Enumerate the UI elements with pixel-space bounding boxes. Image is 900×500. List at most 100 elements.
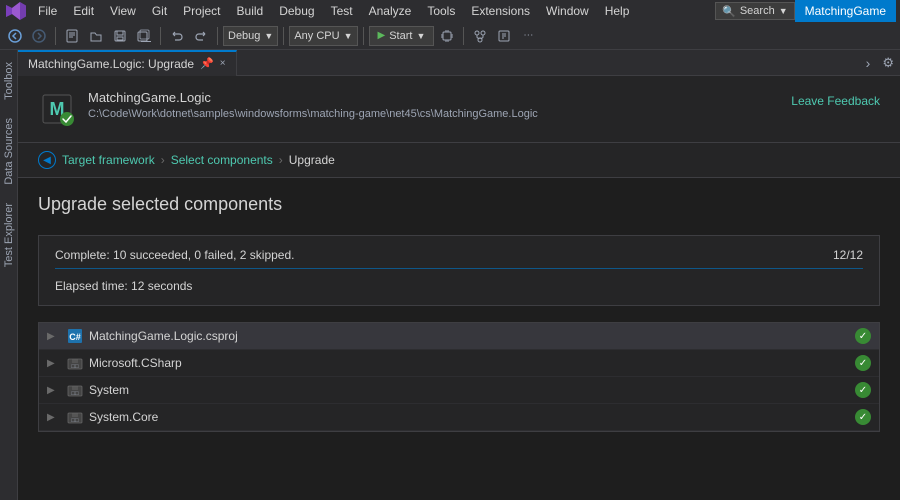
cpu-config-dropdown[interactable]: Any CPU ▼ bbox=[289, 26, 357, 46]
start-dropdown-icon: ▼ bbox=[416, 31, 425, 41]
save-all-button[interactable] bbox=[133, 25, 155, 47]
result-row-0[interactable]: ▶ C# MatchingGame.Logic.csproj ✓ bbox=[39, 323, 879, 350]
back-button[interactable] bbox=[4, 25, 26, 47]
expand-arrow-1[interactable]: ▶ bbox=[47, 358, 61, 369]
menu-window[interactable]: Window bbox=[538, 0, 597, 22]
undo-button[interactable] bbox=[166, 25, 188, 47]
tab-title: MatchingGame.Logic: Upgrade bbox=[28, 57, 194, 71]
menu-view[interactable]: View bbox=[102, 0, 144, 22]
menu-help[interactable]: Help bbox=[597, 0, 638, 22]
leave-feedback-link[interactable]: Leave Feedback bbox=[791, 94, 880, 108]
breadcrumb-sep-2: › bbox=[279, 153, 283, 167]
result-row-1[interactable]: ▶ □□ Microsoft.CSharp ✓ bbox=[39, 350, 879, 377]
tab-settings-button[interactable]: ⚙ bbox=[876, 55, 900, 71]
menu-edit[interactable]: Edit bbox=[65, 0, 102, 22]
git-button[interactable] bbox=[469, 25, 491, 47]
result-status-1: ✓ bbox=[855, 355, 871, 371]
progress-count: 12/12 bbox=[833, 248, 863, 262]
more-tools-button[interactable]: ⋯ bbox=[517, 25, 539, 47]
toolbar-separator-5 bbox=[363, 27, 364, 45]
tab-bar: MatchingGame.Logic: Upgrade 📌 × › ⚙ bbox=[18, 50, 900, 76]
page-content: M MatchingGame.Logic C:\Code\Work\dotnet… bbox=[18, 76, 900, 500]
breadcrumb-back-button[interactable]: ◀ bbox=[38, 151, 56, 169]
svg-text:□□: □□ bbox=[71, 364, 79, 370]
menu-debug[interactable]: Debug bbox=[271, 0, 322, 22]
debug-config-label: Debug bbox=[228, 30, 260, 42]
menu-file[interactable]: File bbox=[30, 0, 65, 22]
status-line: Complete: 10 succeeded, 0 failed, 2 skip… bbox=[55, 248, 863, 262]
menu-analyze[interactable]: Analyze bbox=[361, 0, 420, 22]
header-left: M MatchingGame.Logic C:\Code\Work\dotnet… bbox=[38, 90, 538, 128]
expand-arrow-0[interactable]: ▶ bbox=[47, 331, 61, 342]
start-label: Start bbox=[389, 30, 412, 42]
toolbar-separator-1 bbox=[55, 27, 56, 45]
app-name-badge: MatchingGame bbox=[795, 0, 896, 22]
forward-button[interactable] bbox=[28, 25, 50, 47]
result-status-3: ✓ bbox=[855, 409, 871, 425]
redo-button[interactable] bbox=[190, 25, 212, 47]
svg-text:□□: □□ bbox=[71, 391, 79, 397]
upgrade-header: M MatchingGame.Logic C:\Code\Work\dotnet… bbox=[18, 76, 900, 143]
search-box[interactable]: 🔍 Search ▼ bbox=[715, 2, 794, 20]
toolbar: Debug ▼ Any CPU ▼ ▶ Start ▼ ⋯ bbox=[0, 22, 900, 50]
status-box: Complete: 10 succeeded, 0 failed, 2 skip… bbox=[38, 235, 880, 306]
expand-arrow-3[interactable]: ▶ bbox=[47, 412, 61, 423]
menu-tools[interactable]: Tools bbox=[419, 0, 463, 22]
search-icon: 🔍 bbox=[722, 5, 736, 18]
tab-pin-icon[interactable]: 📌 bbox=[200, 57, 214, 70]
elapsed-time: Elapsed time: 12 seconds bbox=[55, 279, 192, 293]
menu-git[interactable]: Git bbox=[144, 0, 175, 22]
sidebar-tab-test-explorer[interactable]: Test Explorer bbox=[1, 195, 17, 275]
result-name-2: System bbox=[89, 383, 849, 397]
upgrade-tab[interactable]: MatchingGame.Logic: Upgrade 📌 × bbox=[18, 50, 237, 76]
menu-bar: File Edit View Git Project Build Debug T… bbox=[0, 0, 900, 22]
main-section: Upgrade selected components Complete: 10… bbox=[18, 178, 900, 448]
open-file-button[interactable] bbox=[85, 25, 107, 47]
svg-text:C#: C# bbox=[69, 332, 81, 342]
main-layout: Toolbox Data Sources Test Explorer Match… bbox=[0, 50, 900, 500]
toolbar-separator-3 bbox=[217, 27, 218, 45]
save-button[interactable] bbox=[109, 25, 131, 47]
debug-config-dropdown[interactable]: Debug ▼ bbox=[223, 26, 278, 46]
search-text: Search bbox=[740, 5, 775, 17]
menu-project[interactable]: Project bbox=[175, 0, 228, 22]
project-path: C:\Code\Work\dotnet\samples\windowsforms… bbox=[88, 108, 538, 120]
search-dropdown-icon: ▼ bbox=[779, 6, 788, 16]
attach-button[interactable] bbox=[436, 25, 458, 47]
result-row-2[interactable]: ▶ □□ System ✓ bbox=[39, 377, 879, 404]
toolbar-separator-4 bbox=[283, 27, 284, 45]
tab-close-button[interactable]: × bbox=[220, 58, 226, 69]
sidebar-tab-toolbox[interactable]: Toolbox bbox=[1, 54, 17, 108]
expand-arrow-2[interactable]: ▶ bbox=[47, 385, 61, 396]
toolbar-separator-6 bbox=[463, 27, 464, 45]
tab-overflow-button[interactable]: › bbox=[860, 55, 877, 71]
breadcrumb-current: Upgrade bbox=[289, 153, 335, 167]
menu-extensions[interactable]: Extensions bbox=[463, 0, 538, 22]
vs-logo bbox=[4, 0, 26, 22]
content-area: MatchingGame.Logic: Upgrade 📌 × › ⚙ M bbox=[18, 50, 900, 500]
progress-bar bbox=[55, 268, 863, 269]
breadcrumb-select-components[interactable]: Select components bbox=[171, 153, 273, 167]
result-row-3[interactable]: ▶ □□ System.Core ✓ bbox=[39, 404, 879, 431]
branch-button[interactable] bbox=[493, 25, 515, 47]
play-icon: ▶ bbox=[378, 30, 386, 41]
cpu-config-label: Any CPU bbox=[294, 30, 339, 42]
breadcrumb-sep-1: › bbox=[161, 153, 165, 167]
menu-test[interactable]: Test bbox=[323, 0, 361, 22]
start-button[interactable]: ▶ Start ▼ bbox=[369, 26, 435, 46]
breadcrumb-target-framework[interactable]: Target framework bbox=[62, 153, 155, 167]
sidebar: Toolbox Data Sources Test Explorer bbox=[0, 50, 18, 500]
menu-build[interactable]: Build bbox=[229, 0, 272, 22]
package-icon-2: □□ bbox=[67, 382, 83, 398]
new-file-button[interactable] bbox=[61, 25, 83, 47]
results-list: ▶ C# MatchingGame.Logic.csproj ✓ ▶ bbox=[38, 322, 880, 432]
result-name-0: MatchingGame.Logic.csproj bbox=[89, 329, 849, 343]
debug-config-arrow: ▼ bbox=[264, 31, 273, 41]
sidebar-tab-data-sources[interactable]: Data Sources bbox=[1, 110, 17, 193]
result-status-2: ✓ bbox=[855, 382, 871, 398]
breadcrumb: ◀ Target framework › Select components ›… bbox=[18, 143, 900, 178]
package-icon-3: □□ bbox=[67, 409, 83, 425]
package-icon-1: □□ bbox=[67, 355, 83, 371]
result-status-0: ✓ bbox=[855, 328, 871, 344]
project-name: MatchingGame.Logic bbox=[88, 90, 538, 105]
